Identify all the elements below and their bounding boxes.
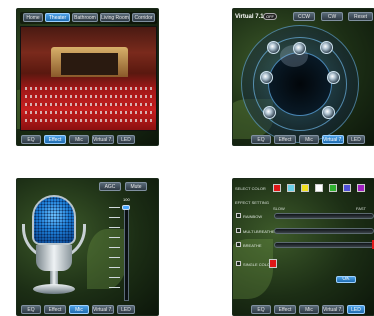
tab-theater[interactable]: Theater <box>45 13 70 22</box>
color-swatch[interactable] <box>287 184 295 192</box>
rainbow-speed-slider[interactable] <box>274 213 374 219</box>
ccw-button[interactable]: CCW <box>293 12 315 21</box>
mic-level-fader[interactable] <box>124 205 129 301</box>
nav-mic[interactable]: Mic <box>299 305 319 314</box>
tab-corridor[interactable]: Corridor <box>132 13 155 22</box>
nav-effect[interactable]: Effect <box>274 135 296 144</box>
nav-led[interactable]: LED <box>117 135 135 144</box>
nav-mic[interactable]: Mic <box>69 135 89 144</box>
nav-led[interactable]: LED <box>347 135 365 144</box>
tab-home[interactable]: Home <box>23 13 43 22</box>
nav-led[interactable]: LED <box>117 305 135 314</box>
nav-effect[interactable]: Effect <box>44 305 66 314</box>
tab-bathroom[interactable]: Bathroom <box>72 13 98 22</box>
mic-panel: AGC Mute 100 EQ Effect Mic Virtual 7.1 L… <box>16 178 159 316</box>
speaker-rear-right[interactable] <box>322 106 335 119</box>
mode-rainbow-label: RAINBOW <box>243 214 263 219</box>
agc-button[interactable]: AGC <box>99 182 121 191</box>
nav-mic[interactable]: Mic <box>69 305 89 314</box>
nav-virtual[interactable]: Virtual 7.1 <box>322 305 344 314</box>
color-swatch[interactable] <box>343 184 351 192</box>
reset-button[interactable]: Reset <box>348 12 373 21</box>
virtual-title: Virtual 7.1 <box>235 14 264 20</box>
speaker-center[interactable] <box>293 42 306 55</box>
mode-multi-breathe-label: MULTI-BREATHE <box>243 229 275 234</box>
select-color-label: SELECT COLOR <box>235 186 266 191</box>
ok-button[interactable]: OK <box>336 276 356 283</box>
mic-level-label: 100 <box>123 197 130 202</box>
single-color-swatch[interactable] <box>269 259 277 268</box>
mute-button[interactable]: Mute <box>125 182 147 191</box>
speaker-side-left[interactable] <box>260 71 273 84</box>
led-panel: SELECT COLOR EFFECT SETTING SLOW FAST RA… <box>232 178 374 316</box>
effect-panel: Home Theater Bathroom Living Room Corrid… <box>16 8 159 146</box>
color-swatch[interactable] <box>301 184 309 192</box>
nav-virtual[interactable]: Virtual 7.1 <box>92 135 114 144</box>
mode-rainbow-checkbox[interactable] <box>236 213 241 218</box>
speaker-side-right[interactable] <box>327 71 340 84</box>
cw-button[interactable]: CW <box>321 12 343 21</box>
nav-led[interactable]: LED <box>347 305 365 314</box>
mode-breathe-checkbox[interactable] <box>236 242 241 247</box>
mode-single-color-checkbox[interactable] <box>236 261 241 266</box>
mode-breathe-label: BREATHE <box>243 243 262 248</box>
slow-label: SLOW <box>273 206 285 211</box>
theater-image <box>20 26 157 131</box>
fader-knob[interactable] <box>122 205 130 210</box>
multi-breathe-speed-slider[interactable] <box>274 228 374 234</box>
speaker-front-left[interactable] <box>267 41 280 54</box>
virtual-toggle[interactable]: OFF <box>263 13 277 20</box>
speaker-front-right[interactable] <box>320 41 333 54</box>
nav-virtual[interactable]: Virtual 7.1 <box>322 135 344 144</box>
effect-setting-label: EFFECT SETTING <box>235 200 269 205</box>
stage-shape <box>51 47 128 77</box>
nav-mic[interactable]: Mic <box>299 135 319 144</box>
virtual-panel: Virtual 7.1 OFF CCW CW Reset EQ Effect M… <box>232 8 374 146</box>
color-swatch[interactable] <box>357 184 365 192</box>
nav-eq[interactable]: EQ <box>21 305 41 314</box>
speaker-rear-left[interactable] <box>263 106 276 119</box>
environment-tabs: Home Theater Bathroom Living Room Corrid… <box>20 12 157 24</box>
nav-eq[interactable]: EQ <box>251 305 271 314</box>
fast-label: FAST <box>356 206 367 211</box>
nav-effect[interactable]: Effect <box>274 305 296 314</box>
color-swatch[interactable] <box>273 184 281 192</box>
nav-effect[interactable]: Effect <box>44 135 66 144</box>
tab-living-room[interactable]: Living Room <box>100 13 130 22</box>
nav-virtual[interactable]: Virtual 7.1 <box>92 305 114 314</box>
mode-multi-breathe-checkbox[interactable] <box>236 228 241 233</box>
nav-eq[interactable]: EQ <box>251 135 271 144</box>
color-swatch[interactable] <box>315 184 323 192</box>
color-swatch[interactable] <box>329 184 337 192</box>
nav-eq[interactable]: EQ <box>21 135 41 144</box>
breathe-speed-slider[interactable] <box>274 242 374 248</box>
